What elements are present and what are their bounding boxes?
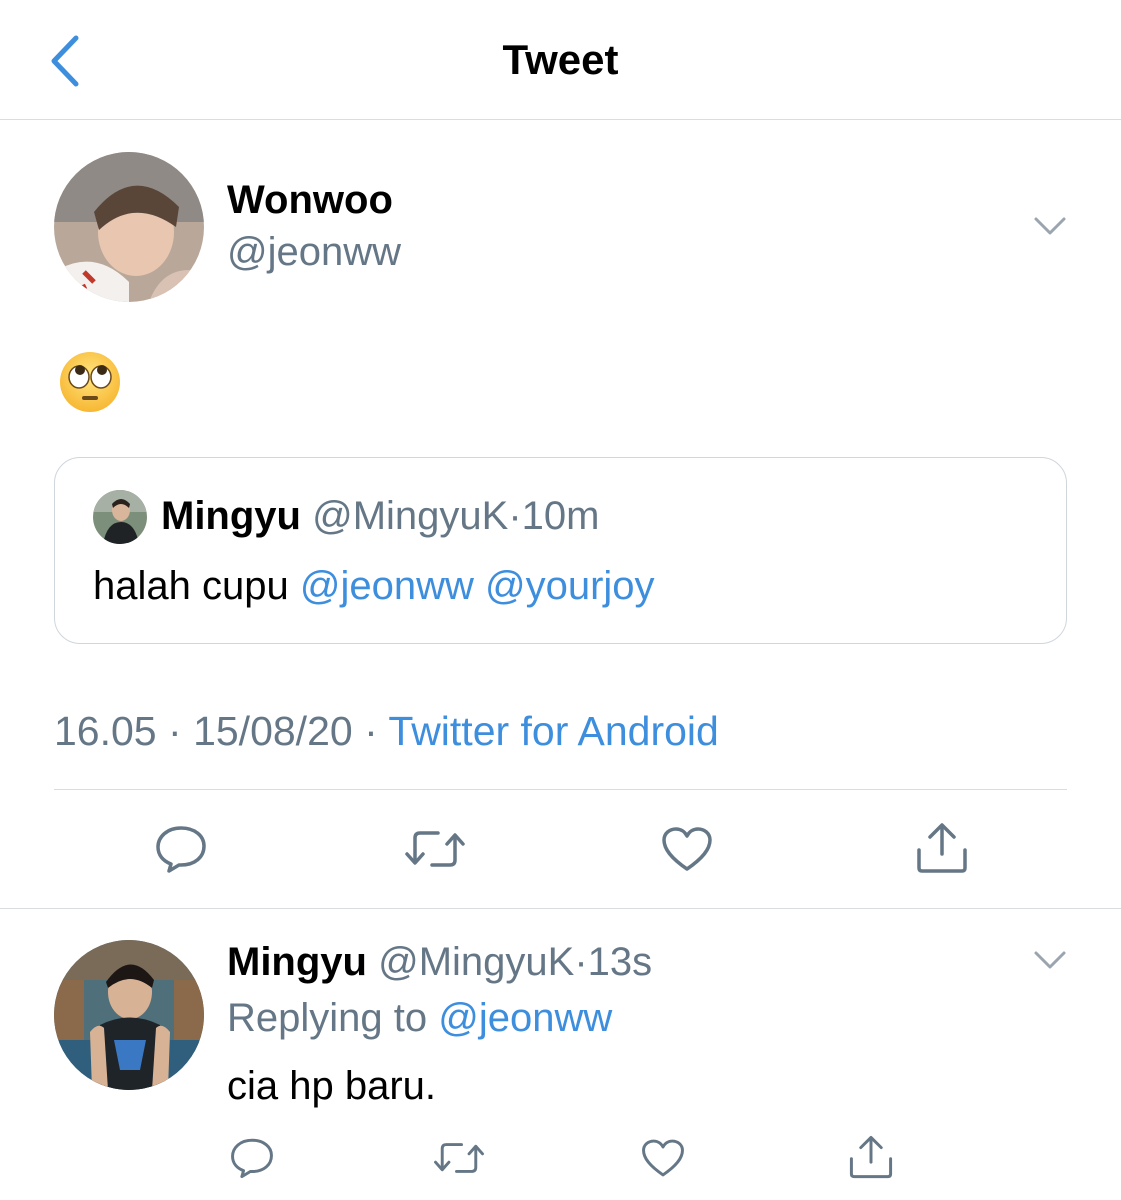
tweet-time: 16.05 [54, 708, 157, 754]
tweet-actions [0, 820, 1121, 880]
heart-icon [662, 827, 712, 871]
quote-body: halah cupu @jeonww @yourjoy [93, 564, 655, 609]
rolling-eyes-emoji-icon [58, 350, 122, 414]
mention-link[interactable]: @jeonww [438, 996, 612, 1040]
reply-icon [231, 1138, 273, 1179]
quote-avatar[interactable] [93, 490, 147, 544]
quote-author-name[interactable]: Mingyu [161, 494, 301, 538]
replying-to-label: Replying to [227, 996, 428, 1040]
nav-bar: Tweet [0, 0, 1121, 120]
reply-actions [0, 1134, 1121, 1194]
reply-body: cia hp baru. [227, 1064, 437, 1108]
divider [54, 789, 1067, 790]
reply-button[interactable] [230, 1136, 274, 1180]
like-button[interactable] [641, 1138, 685, 1178]
share-button[interactable] [848, 1134, 894, 1180]
share-icon [917, 823, 967, 873]
separator-dot: · [508, 494, 522, 538]
avatar[interactable] [54, 152, 204, 302]
separator-dot: · [574, 940, 588, 984]
quote-header: Mingyu @MingyuK·10m [161, 494, 599, 539]
retweet-button[interactable] [404, 826, 466, 872]
quote-time: 10m [521, 494, 600, 538]
separator-dot: · [168, 708, 182, 754]
quote-author-handle[interactable]: @MingyuK [312, 494, 508, 538]
reply-author-name[interactable]: Mingyu [227, 940, 367, 984]
reply-header: Mingyu @MingyuK·13s [227, 940, 652, 985]
like-button[interactable] [661, 826, 713, 872]
retweet-icon [434, 1143, 484, 1173]
replying-to: Replying to @jeonww [227, 996, 612, 1041]
divider [0, 908, 1121, 909]
chevron-down-icon [1034, 951, 1066, 969]
tweet-meta: 16.05 · 15/08/20 · Twitter for Android [54, 708, 719, 755]
share-icon [849, 1135, 893, 1179]
reply-more-options-button[interactable] [1033, 950, 1067, 970]
author-name[interactable]: Wonwoo [227, 178, 393, 223]
separator-dot: · [364, 708, 378, 754]
more-options-button[interactable] [1033, 216, 1067, 236]
tweet-date: 15/08/20 [193, 708, 353, 754]
page-title: Tweet [502, 36, 619, 83]
tweet-source-link[interactable]: Twitter for Android [388, 708, 718, 754]
quote-text: halah cupu [93, 564, 289, 608]
share-button[interactable] [915, 822, 969, 874]
chevron-down-icon [1034, 217, 1066, 235]
author-handle[interactable]: @jeonww [227, 230, 401, 275]
mention-link[interactable]: @yourjoy [485, 564, 655, 608]
mention-link[interactable]: @jeonww [300, 564, 474, 608]
reply-time: 13s [587, 940, 653, 984]
heart-icon [642, 1139, 684, 1177]
reply-avatar[interactable] [54, 940, 204, 1090]
reply-icon [156, 826, 206, 873]
reply-author-handle[interactable]: @MingyuK [378, 940, 574, 984]
reply-button[interactable] [155, 824, 207, 874]
retweet-icon [405, 831, 465, 867]
quoted-tweet-card[interactable]: Mingyu @MingyuK·10m halah cupu @jeonww @… [54, 457, 1067, 644]
retweet-button[interactable] [433, 1138, 485, 1178]
